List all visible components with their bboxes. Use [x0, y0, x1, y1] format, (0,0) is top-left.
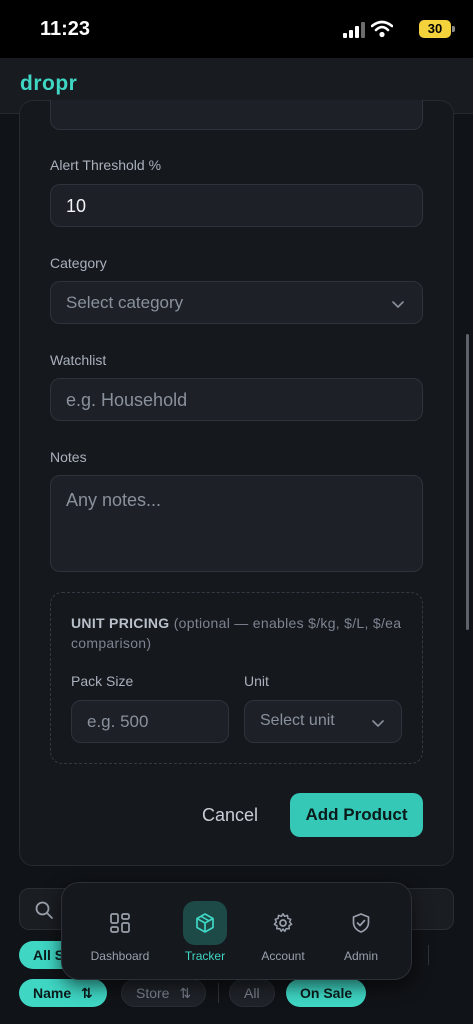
watchlist-placeholder: e.g. Household	[66, 390, 188, 410]
bottom-nav: Dashboard Tracker Account Admin	[61, 882, 412, 980]
wifi-icon	[371, 20, 393, 38]
nav-icon-wrap-active	[183, 901, 227, 945]
pack-size-label: Pack Size	[71, 673, 134, 689]
cancel-button[interactable]: Cancel	[190, 793, 270, 837]
chevron-down-icon	[392, 301, 404, 308]
alert-threshold-input[interactable]: 10	[50, 184, 423, 227]
unit-pricing-heading: UNIT PRICING (optional — enables $/kg, $…	[71, 613, 411, 653]
nav-label-admin: Admin	[343, 949, 378, 963]
sort-chip-store[interactable]: Store ⇅	[121, 979, 207, 1007]
nav-label-dashboard: Dashboard	[90, 949, 150, 963]
alert-threshold-value: 10	[66, 196, 87, 216]
nav-item-account[interactable]: Account	[241, 883, 325, 981]
chip-divider	[428, 945, 429, 965]
unit-placeholder: Select unit	[260, 712, 335, 729]
watchlist-input[interactable]: e.g. Household	[50, 378, 423, 421]
gear-icon	[273, 913, 293, 933]
app-logo[interactable]: dropr	[20, 72, 77, 96]
pack-size-input[interactable]: e.g. 500	[71, 700, 229, 743]
nav-item-tracker[interactable]: Tracker	[163, 883, 247, 981]
sort-chip-store-label: Store	[136, 985, 170, 1001]
previous-field[interactable]	[50, 100, 423, 130]
sort-chip-name[interactable]: Name ⇅	[19, 979, 107, 1007]
pack-size-placeholder: e.g. 500	[87, 712, 149, 731]
status-icons: 30	[331, 20, 455, 40]
notes-placeholder: Any notes...	[66, 490, 162, 510]
nav-item-dashboard[interactable]: Dashboard	[78, 883, 162, 981]
signal-icon	[343, 22, 365, 38]
nav-item-admin[interactable]: Admin	[319, 883, 403, 981]
nav-label-account: Account	[261, 949, 305, 963]
sort-chip-name-label: Name	[33, 985, 72, 1001]
nav-icon-wrap	[339, 901, 383, 945]
category-label: Category	[50, 255, 107, 271]
unit-pricing-section: UNIT PRICING (optional — enables $/kg, $…	[50, 592, 423, 764]
nav-icon-wrap	[261, 901, 305, 945]
battery-indicator: 30	[419, 20, 455, 38]
status-bar: 11:23 30	[0, 0, 473, 58]
nav-icon-wrap	[98, 901, 142, 945]
search-icon	[35, 901, 53, 919]
add-product-button[interactable]: Add Product	[290, 793, 423, 837]
unit-label: Unit	[244, 673, 269, 689]
sort-icon: ⇅	[81, 985, 93, 1001]
nav-label-tracker: Tracker	[184, 949, 226, 963]
notes-textarea[interactable]: Any notes...	[50, 475, 423, 572]
category-placeholder: Select category	[66, 293, 184, 312]
watchlist-label: Watchlist	[50, 352, 107, 368]
filter-chip-all[interactable]: All	[229, 979, 275, 1007]
chevron-down-icon	[372, 720, 384, 727]
alert-threshold-label: Alert Threshold %	[50, 157, 162, 173]
chip-divider	[218, 983, 219, 1003]
notes-label: Notes	[50, 449, 87, 465]
shield-icon	[352, 913, 370, 933]
sort-icon: ⇅	[179, 985, 192, 1001]
status-time: 11:23	[40, 18, 91, 40]
category-select[interactable]: Select category	[50, 281, 423, 324]
unit-select[interactable]: Select unit	[244, 700, 402, 743]
box-icon	[196, 913, 214, 933]
grid-icon	[110, 913, 130, 933]
filter-chip-on-sale[interactable]: On Sale	[286, 979, 367, 1007]
scrollbar[interactable]	[466, 334, 469, 630]
unit-pricing-title: UNIT PRICING	[71, 615, 170, 631]
